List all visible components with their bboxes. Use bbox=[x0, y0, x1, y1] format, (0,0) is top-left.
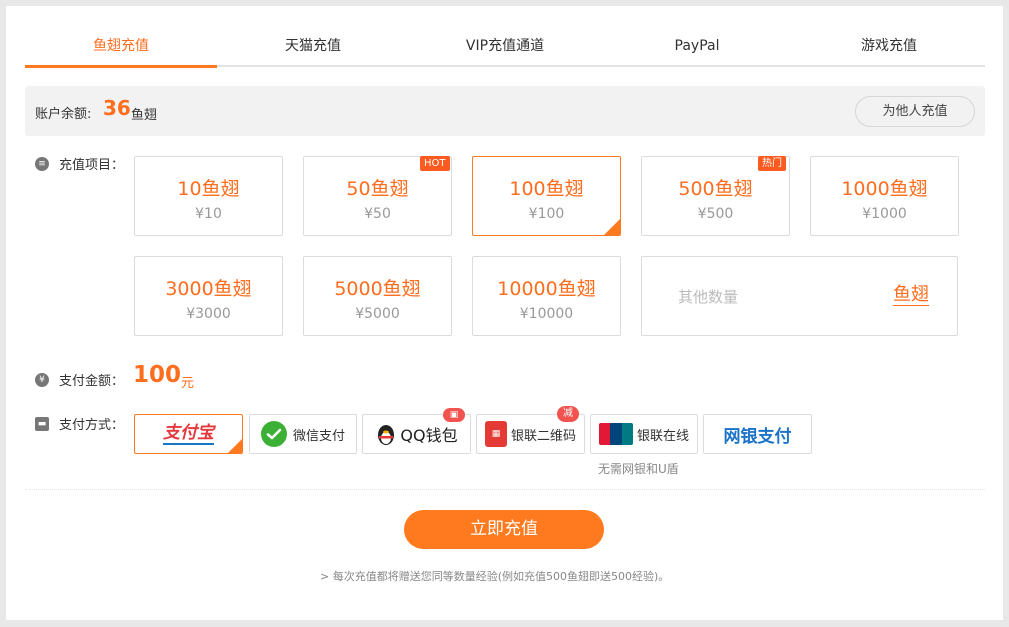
unionpay-icon bbox=[598, 423, 633, 445]
balance-unit: 鱼翅 bbox=[131, 108, 158, 123]
balance-bar: 账户余额: 36 鱼翅 为他人充值 bbox=[25, 86, 985, 136]
wallet-icon: ▬ bbox=[35, 416, 49, 431]
tab-vip-recharge[interactable]: VIP充值通道 bbox=[409, 30, 601, 65]
amount-label: 10000鱼翅 bbox=[497, 278, 596, 300]
pay-method-online-banking[interactable]: 网银支付 bbox=[703, 414, 812, 454]
selected-corner-mark bbox=[604, 219, 620, 235]
tab-fish-fin-recharge[interactable]: 鱼翅充值 bbox=[25, 30, 217, 68]
amount-label: 50鱼翅 bbox=[346, 178, 409, 200]
tab-game-recharge[interactable]: 游戏充值 bbox=[793, 30, 985, 65]
recharge-for-others-button[interactable]: 为他人充值 bbox=[855, 96, 975, 127]
price-label: ¥500 bbox=[697, 206, 734, 222]
amount-label: 3000鱼翅 bbox=[165, 278, 252, 300]
unionpay-qr-icon: ▦ bbox=[484, 421, 507, 447]
price-label: ¥3000 bbox=[186, 306, 231, 322]
pay-method-label-text: 支付方式： bbox=[59, 418, 125, 433]
price-label: ¥50 bbox=[364, 206, 391, 222]
amount-card-100[interactable]: 100鱼翅 ¥100 bbox=[472, 156, 621, 236]
alipay-logo: 支付宝 bbox=[163, 423, 214, 445]
amount-label: 5000鱼翅 bbox=[334, 278, 421, 300]
recharge-items-label-text: 充值项目： bbox=[59, 158, 125, 173]
wechat-icon bbox=[260, 421, 287, 447]
pay-method-wechat[interactable]: 微信支付 bbox=[249, 414, 357, 454]
unionpay-qr-label: 银联二维码 bbox=[510, 428, 576, 444]
pay-method-unionpay-online[interactable]: 银联在线 bbox=[590, 414, 698, 454]
tab-bar: 鱼翅充值 天猫充值 VIP充值通道 PayPal 游戏充值 bbox=[25, 30, 985, 68]
recharge-items-label: ≡ 充值项目： bbox=[35, 154, 124, 173]
pay-amount-label: ¥ 支付金额： bbox=[35, 370, 124, 389]
qq-penguin-icon bbox=[378, 425, 395, 445]
price-label: ¥10000 bbox=[519, 306, 574, 322]
experience-tip: > 每次充值都将赠送您同等数量经验(例如充值500鱼翅即送500经验)。 bbox=[320, 570, 670, 583]
pay-amount-value: 100 bbox=[133, 362, 182, 388]
amount-label: 100鱼翅 bbox=[509, 178, 584, 200]
amount-card-5000[interactable]: 5000鱼翅 ¥5000 bbox=[303, 256, 452, 336]
pay-method-alipay[interactable]: 支付宝 bbox=[134, 414, 243, 454]
amount-label: 10鱼翅 bbox=[177, 178, 240, 200]
amount-label: 1000鱼翅 bbox=[841, 178, 928, 200]
amount-card-3000[interactable]: 3000鱼翅 ¥3000 bbox=[134, 256, 283, 336]
hot-badge: HOT bbox=[420, 156, 450, 171]
no-usb-key-note: 无需网银和U盾 bbox=[598, 462, 679, 476]
recharge-now-button[interactable]: 立即充值 bbox=[404, 510, 604, 549]
popular-badge: 热门 bbox=[758, 156, 786, 171]
amount-label: 500鱼翅 bbox=[678, 178, 753, 200]
discount-badge: 减 bbox=[557, 406, 579, 422]
tab-paypal[interactable]: PayPal bbox=[601, 30, 793, 65]
custom-amount-field[interactable]: 其他数量 鱼翅 bbox=[641, 256, 958, 336]
gift-icon: ▣ bbox=[443, 408, 465, 422]
balance-label: 账户余额: bbox=[35, 107, 92, 122]
custom-amount-unit: 鱼翅 bbox=[893, 284, 929, 306]
amount-card-1000[interactable]: 1000鱼翅 ¥1000 bbox=[810, 156, 959, 236]
divider bbox=[25, 489, 985, 490]
price-label: ¥10 bbox=[195, 206, 222, 222]
pay-amount-label-text: 支付金额： bbox=[59, 374, 125, 389]
pay-method-label: ▬ 支付方式： bbox=[35, 414, 124, 433]
price-label: ¥100 bbox=[528, 206, 565, 222]
pay-amount-unit: 元 bbox=[181, 376, 195, 391]
balance-value: 36 bbox=[103, 96, 131, 120]
layers-icon: ≡ bbox=[35, 156, 49, 171]
online-banking-label: 网银支付 bbox=[723, 426, 792, 447]
price-label: ¥1000 bbox=[862, 206, 907, 222]
amount-card-10000[interactable]: 10000鱼翅 ¥10000 bbox=[472, 256, 621, 336]
amount-card-10[interactable]: 10鱼翅 ¥10 bbox=[134, 156, 283, 236]
yen-icon: ¥ bbox=[35, 372, 49, 387]
tab-tmall-recharge[interactable]: 天猫充值 bbox=[217, 30, 409, 65]
price-label: ¥5000 bbox=[355, 306, 400, 322]
unionpay-online-label: 银联在线 bbox=[636, 428, 689, 444]
selected-corner-mark bbox=[228, 439, 242, 453]
custom-amount-placeholder: 其他数量 bbox=[678, 288, 739, 306]
wechat-pay-label: 微信支付 bbox=[292, 428, 345, 444]
qq-wallet-label: QQ钱包 bbox=[400, 426, 458, 445]
recharge-panel: 鱼翅充值 天猫充值 VIP充值通道 PayPal 游戏充值 账户余额: 36 鱼… bbox=[6, 6, 1003, 620]
